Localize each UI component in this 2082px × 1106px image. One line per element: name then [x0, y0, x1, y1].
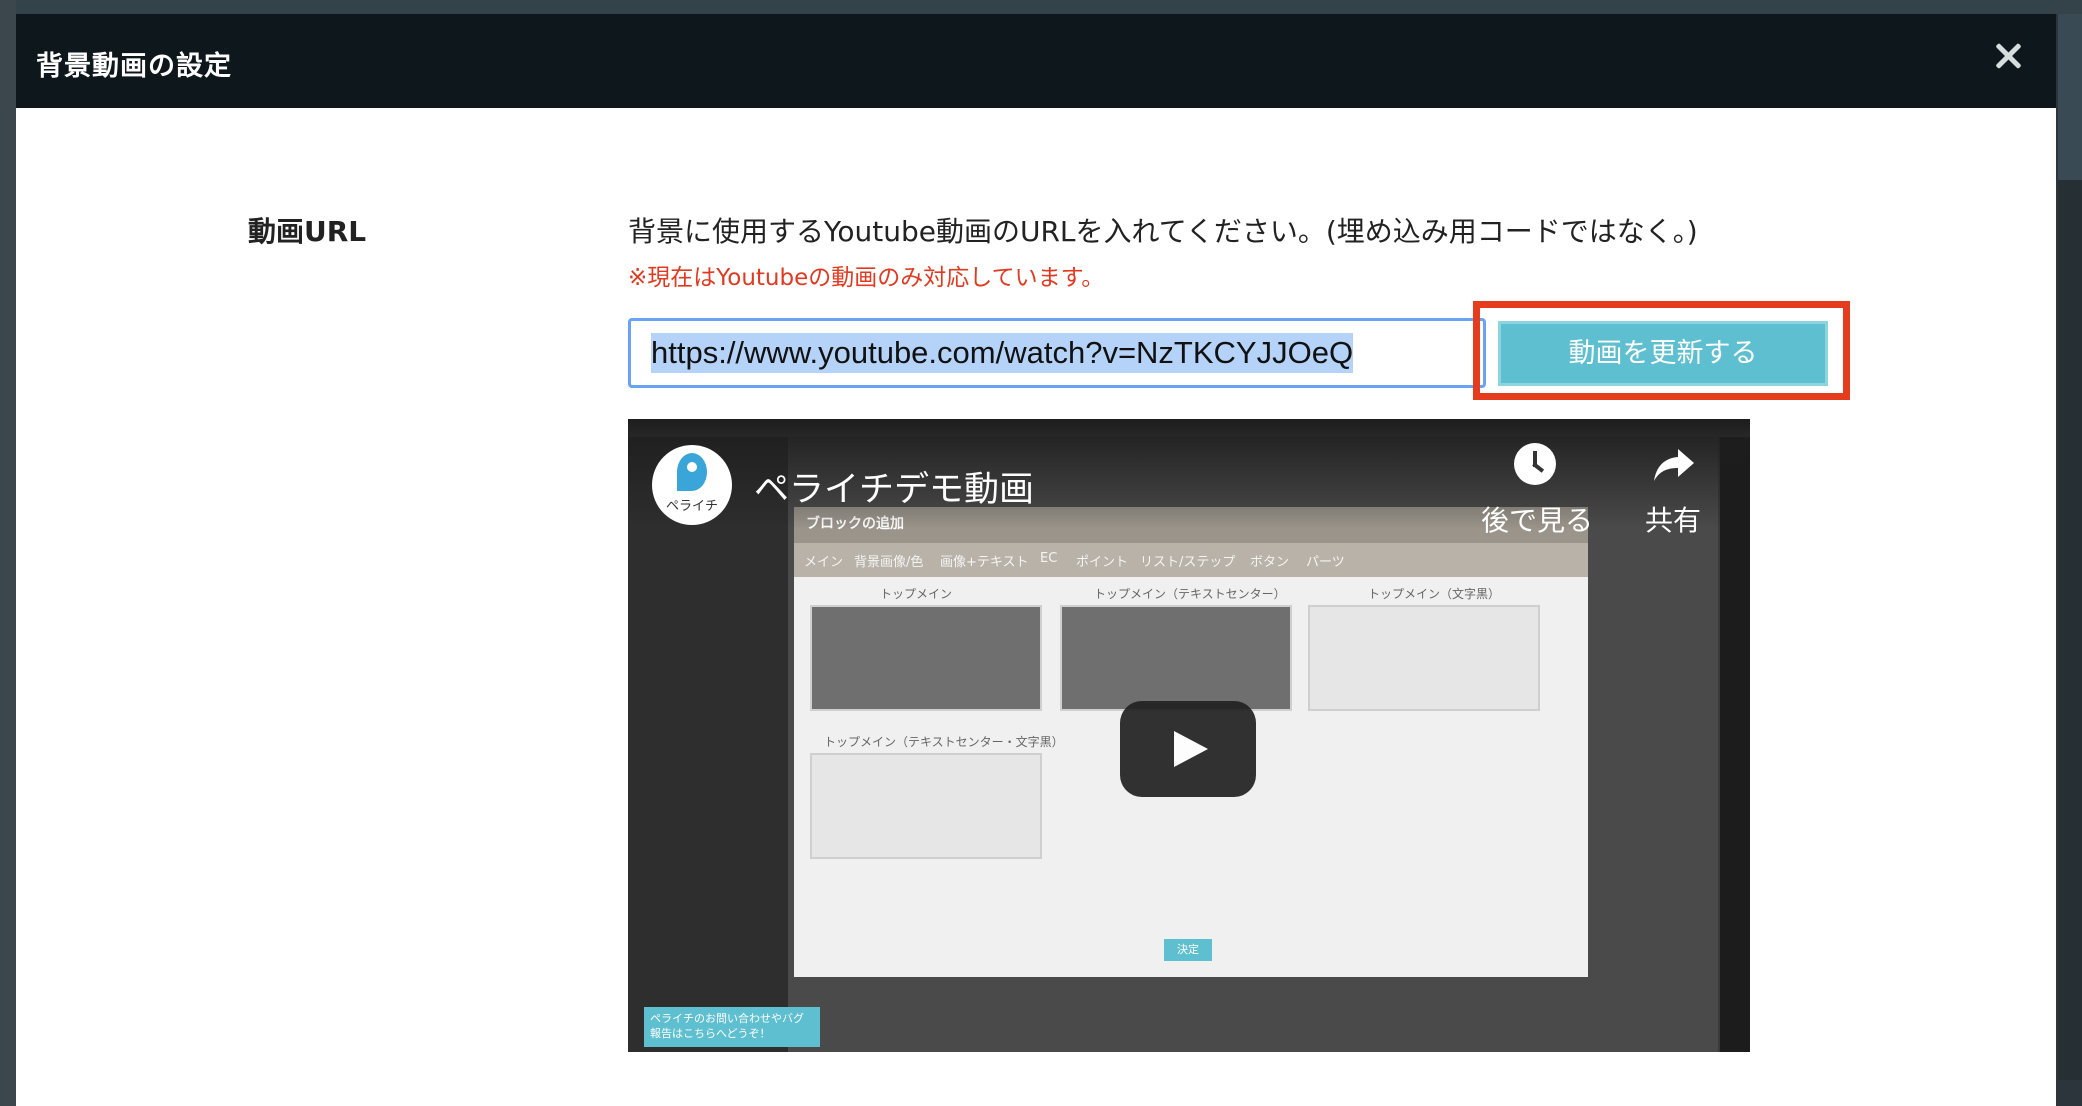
background-topbar [0, 0, 2082, 14]
video-tab: 背景画像/色 [854, 555, 924, 570]
thumb-label: トップメイン（文字黒） [1368, 587, 1501, 601]
video-right-strip [1720, 437, 1750, 1052]
clock-icon [1514, 443, 1556, 485]
channel-avatar[interactable]: ペライチ [652, 445, 732, 525]
share-icon [1654, 449, 1694, 481]
share-label: 共有 [1644, 504, 1701, 537]
video-tab: リスト/ステップ [1140, 555, 1236, 570]
url-description: 背景に使用するYoutube動画のURLを入れてください。(埋め込み用コードでは… [628, 215, 1698, 248]
background-right-strip [2058, 180, 2082, 1080]
thumb-label: トップメイン [880, 587, 953, 601]
video-thumbnail [810, 753, 1042, 859]
youtube-video-embed[interactable]: ブロックの追加 メイン 背景画像/色 画像+テキスト EC ポイント リスト/ス… [628, 419, 1750, 1052]
video-tab: EC [1040, 551, 1058, 566]
video-url-input[interactable]: https://www.youtube.com/watch?v=NzTKCYJJ… [628, 318, 1486, 388]
background-right-panel [2058, 14, 2082, 180]
video-tab: 画像+テキスト [940, 555, 1029, 570]
thumb-label: トップメイン（テキストセンター） [1094, 587, 1286, 601]
play-button[interactable] [1120, 701, 1256, 797]
watch-later-button[interactable]: 後で見る [1478, 443, 1596, 543]
video-thumbnail [1060, 605, 1292, 711]
background-video-settings-modal: 背景動画の設定 動画URL 背景に使用するYoutube動画のURLを入れてくだ… [16, 14, 2056, 1106]
close-icon[interactable] [1988, 36, 2028, 76]
video-title[interactable]: ペライチデモ動画 [754, 461, 1034, 512]
video-decide-button: 決定 [1164, 939, 1212, 961]
modal-header: 背景動画の設定 [16, 14, 2056, 108]
video-inner-sidebar [628, 437, 788, 1052]
perai-logo-icon [677, 453, 707, 491]
video-tab: パーツ [1306, 555, 1345, 570]
background-sidebar [0, 0, 16, 1106]
watch-later-label: 後で見る [1480, 504, 1593, 537]
video-help-banner: ペライチのお問い合わせやバグ報告はこちらへどうぞ！ [644, 1007, 820, 1047]
update-video-button[interactable]: 動画を更新する [1498, 321, 1828, 386]
channel-name: ペライチ [665, 499, 718, 514]
video-tab: ポイント [1076, 555, 1129, 570]
url-input-value: https://www.youtube.com/watch?v=NzTKCYJJ… [651, 333, 1354, 373]
video-tab: ボタン [1250, 555, 1290, 570]
youtube-only-note: ※現在はYoutubeの動画のみ対応しています。 [628, 265, 1105, 291]
video-tab: メイン [804, 555, 844, 570]
video-thumbnail [810, 605, 1042, 711]
video-panel-tabs: メイン 背景画像/色 画像+テキスト EC ポイント リスト/ステップ ボタン … [794, 543, 1588, 577]
share-button[interactable]: 共有 [1638, 443, 1708, 543]
thumb-label: トップメイン（テキストセンター・文字黒） [824, 735, 1064, 749]
video-url-label: 動画URL [248, 215, 367, 248]
video-thumbnail [1308, 605, 1540, 711]
modal-title: 背景動画の設定 [36, 51, 232, 82]
